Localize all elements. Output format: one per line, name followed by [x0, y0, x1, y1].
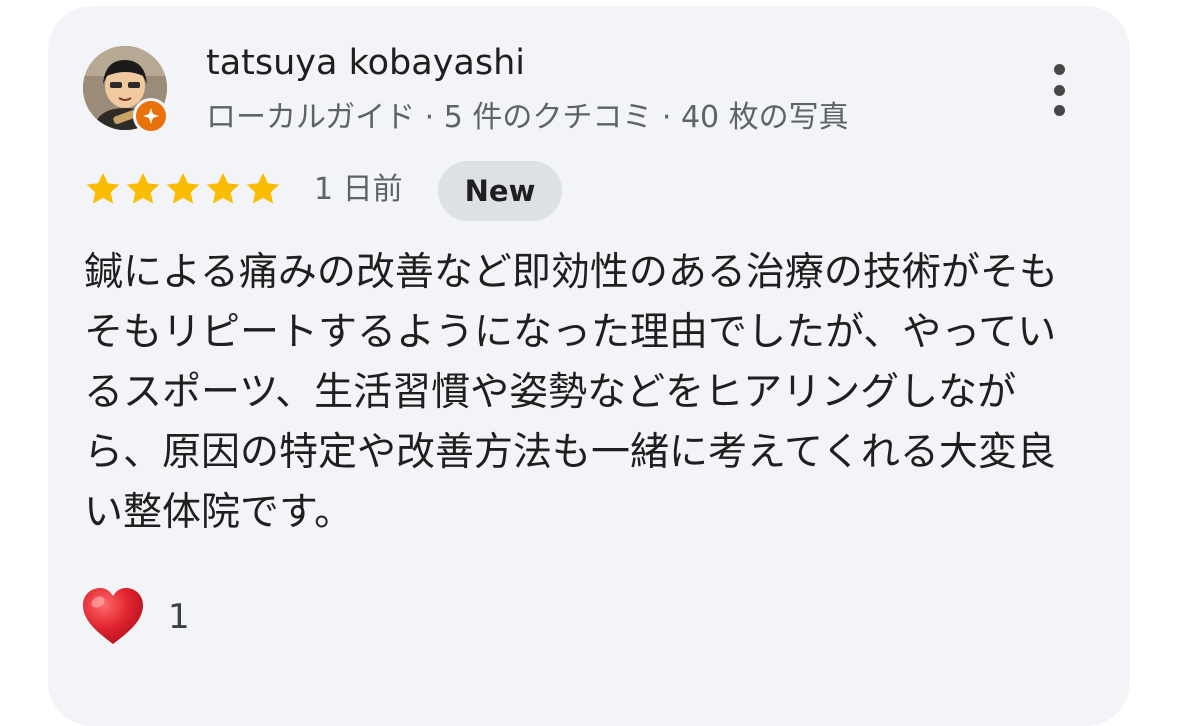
more-vert-icon-dot [1053, 84, 1065, 96]
review-text: 鍼による痛みの改善など即効性のある治療の技術がそもそもリピートするようになった理… [84, 250, 1058, 535]
more-vert-icon [1053, 64, 1065, 75]
like-reaction-button[interactable]: 1 [80, 586, 190, 648]
reviewer-avatar[interactable] [83, 46, 169, 134]
star-icon [126, 172, 160, 204]
star-icon [166, 172, 200, 204]
star-icon [86, 172, 120, 204]
more-options-button[interactable] [1036, 60, 1082, 120]
star-rating [84, 170, 282, 208]
reviewer-meta[interactable]: ローカルガイド · 5 件のクチコミ · 40 枚の写真 [206, 96, 849, 140]
heart-icon [83, 588, 143, 644]
reviewer-name[interactable]: tatsuya kobayashi [206, 38, 525, 88]
new-badge: New [438, 161, 562, 221]
star-icon [206, 172, 240, 204]
reaction-count: 1 [168, 597, 190, 637]
local-guide-badge-icon [133, 98, 169, 134]
more-vert-icon-dot [1053, 105, 1065, 116]
review-date: 1 日前 [314, 172, 403, 207]
star-icon [246, 172, 280, 204]
